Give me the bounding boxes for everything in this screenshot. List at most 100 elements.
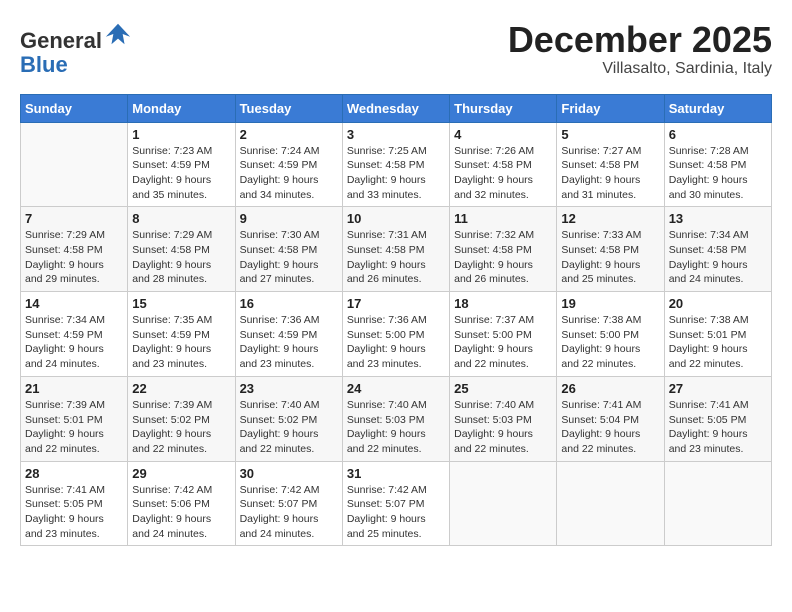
day-info: Sunrise: 7:42 AM Sunset: 5:06 PM Dayligh… bbox=[132, 483, 230, 542]
calendar-week-3: 14 Sunrise: 7:34 AM Sunset: 4:59 PM Dayli… bbox=[21, 292, 772, 377]
month-title: December 2025 bbox=[508, 20, 772, 60]
calendar-cell: 21 Sunrise: 7:39 AM Sunset: 5:01 PM Dayli… bbox=[21, 376, 128, 461]
weekday-header-tuesday: Tuesday bbox=[235, 94, 342, 122]
day-number: 10 bbox=[347, 211, 445, 226]
calendar-cell: 8 Sunrise: 7:29 AM Sunset: 4:58 PM Daylig… bbox=[128, 207, 235, 292]
day-info: Sunrise: 7:38 AM Sunset: 5:00 PM Dayligh… bbox=[561, 313, 659, 372]
logo-general: General bbox=[20, 28, 102, 53]
day-info: Sunrise: 7:32 AM Sunset: 4:58 PM Dayligh… bbox=[454, 228, 552, 287]
day-number: 7 bbox=[25, 211, 123, 226]
day-number: 1 bbox=[132, 127, 230, 142]
calendar-cell: 24Sunrise: 7:40 AM Sunset: 5:03 PM Dayli… bbox=[342, 376, 449, 461]
day-info: Sunrise: 7:29 AM Sunset: 4:58 PM Dayligh… bbox=[132, 228, 230, 287]
weekday-header-thursday: Thursday bbox=[450, 94, 557, 122]
calendar-cell: 6 Sunrise: 7:28 AM Sunset: 4:58 PM Daylig… bbox=[664, 122, 771, 207]
calendar-cell bbox=[664, 461, 771, 546]
day-number: 26 bbox=[561, 381, 659, 396]
page-header: General Blue December 2025 Villasalto, S… bbox=[20, 20, 772, 78]
day-number: 13 bbox=[669, 211, 767, 226]
day-number: 22 bbox=[132, 381, 230, 396]
day-info: Sunrise: 7:26 AM Sunset: 4:58 PM Dayligh… bbox=[454, 144, 552, 203]
day-info: Sunrise: 7:41 AM Sunset: 5:04 PM Dayligh… bbox=[561, 398, 659, 457]
calendar-cell: 13 Sunrise: 7:34 AM Sunset: 4:58 PM Dayli… bbox=[664, 207, 771, 292]
day-info: Sunrise: 7:40 AM Sunset: 5:02 PM Dayligh… bbox=[240, 398, 338, 457]
calendar-cell: 22 Sunrise: 7:39 AM Sunset: 5:02 PM Dayli… bbox=[128, 376, 235, 461]
day-info: Sunrise: 7:42 AM Sunset: 5:07 PM Dayligh… bbox=[240, 483, 338, 542]
calendar-cell: 26 Sunrise: 7:41 AM Sunset: 5:04 PM Dayli… bbox=[557, 376, 664, 461]
day-info: Sunrise: 7:33 AM Sunset: 4:58 PM Dayligh… bbox=[561, 228, 659, 287]
calendar-cell: 10 Sunrise: 7:31 AM Sunset: 4:58 PM Dayli… bbox=[342, 207, 449, 292]
calendar-cell: 30 Sunrise: 7:42 AM Sunset: 5:07 PM Dayli… bbox=[235, 461, 342, 546]
day-number: 12 bbox=[561, 211, 659, 226]
calendar-cell: 3Sunrise: 7:25 AM Sunset: 4:58 PM Daylig… bbox=[342, 122, 449, 207]
weekday-header-wednesday: Wednesday bbox=[342, 94, 449, 122]
calendar-cell: 20Sunrise: 7:38 AM Sunset: 5:01 PM Dayli… bbox=[664, 292, 771, 377]
calendar-week-4: 21 Sunrise: 7:39 AM Sunset: 5:01 PM Dayli… bbox=[21, 376, 772, 461]
weekday-header-sunday: Sunday bbox=[21, 94, 128, 122]
logo-bird-icon bbox=[104, 20, 132, 48]
day-number: 6 bbox=[669, 127, 767, 142]
day-number: 14 bbox=[25, 296, 123, 311]
day-number: 9 bbox=[240, 211, 338, 226]
calendar-week-5: 28 Sunrise: 7:41 AM Sunset: 5:05 PM Dayli… bbox=[21, 461, 772, 546]
day-number: 5 bbox=[561, 127, 659, 142]
calendar-cell: 16 Sunrise: 7:36 AM Sunset: 4:59 PM Dayli… bbox=[235, 292, 342, 377]
calendar-cell: 27 Sunrise: 7:41 AM Sunset: 5:05 PM Dayli… bbox=[664, 376, 771, 461]
day-info: Sunrise: 7:38 AM Sunset: 5:01 PM Dayligh… bbox=[669, 313, 767, 372]
weekday-header-monday: Monday bbox=[128, 94, 235, 122]
day-info: Sunrise: 7:35 AM Sunset: 4:59 PM Dayligh… bbox=[132, 313, 230, 372]
day-number: 29 bbox=[132, 466, 230, 481]
day-number: 21 bbox=[25, 381, 123, 396]
day-info: Sunrise: 7:34 AM Sunset: 4:59 PM Dayligh… bbox=[25, 313, 123, 372]
calendar-table: SundayMondayTuesdayWednesdayThursdayFrid… bbox=[20, 94, 772, 547]
logo-blue: Blue bbox=[20, 52, 68, 77]
day-number: 28 bbox=[25, 466, 123, 481]
day-info: Sunrise: 7:39 AM Sunset: 5:02 PM Dayligh… bbox=[132, 398, 230, 457]
day-number: 16 bbox=[240, 296, 338, 311]
calendar-cell: 2Sunrise: 7:24 AM Sunset: 4:59 PM Daylig… bbox=[235, 122, 342, 207]
day-info: Sunrise: 7:34 AM Sunset: 4:58 PM Dayligh… bbox=[669, 228, 767, 287]
day-number: 8 bbox=[132, 211, 230, 226]
day-number: 4 bbox=[454, 127, 552, 142]
day-number: 11 bbox=[454, 211, 552, 226]
day-number: 19 bbox=[561, 296, 659, 311]
day-number: 25 bbox=[454, 381, 552, 396]
day-info: Sunrise: 7:39 AM Sunset: 5:01 PM Dayligh… bbox=[25, 398, 123, 457]
weekday-header-saturday: Saturday bbox=[664, 94, 771, 122]
calendar-cell: 9 Sunrise: 7:30 AM Sunset: 4:58 PM Daylig… bbox=[235, 207, 342, 292]
day-info: Sunrise: 7:25 AM Sunset: 4:58 PM Dayligh… bbox=[347, 144, 445, 203]
day-info: Sunrise: 7:23 AM Sunset: 4:59 PM Dayligh… bbox=[132, 144, 230, 203]
day-number: 17 bbox=[347, 296, 445, 311]
weekday-header-row: SundayMondayTuesdayWednesdayThursdayFrid… bbox=[21, 94, 772, 122]
calendar-cell: 1 Sunrise: 7:23 AM Sunset: 4:59 PM Daylig… bbox=[128, 122, 235, 207]
calendar-cell: 19 Sunrise: 7:38 AM Sunset: 5:00 PM Dayli… bbox=[557, 292, 664, 377]
calendar-cell: 17 Sunrise: 7:36 AM Sunset: 5:00 PM Dayli… bbox=[342, 292, 449, 377]
day-info: Sunrise: 7:27 AM Sunset: 4:58 PM Dayligh… bbox=[561, 144, 659, 203]
calendar-cell: 23Sunrise: 7:40 AM Sunset: 5:02 PM Dayli… bbox=[235, 376, 342, 461]
day-info: Sunrise: 7:28 AM Sunset: 4:58 PM Dayligh… bbox=[669, 144, 767, 203]
day-info: Sunrise: 7:31 AM Sunset: 4:58 PM Dayligh… bbox=[347, 228, 445, 287]
day-number: 27 bbox=[669, 381, 767, 396]
calendar-cell: 18Sunrise: 7:37 AM Sunset: 5:00 PM Dayli… bbox=[450, 292, 557, 377]
day-info: Sunrise: 7:40 AM Sunset: 5:03 PM Dayligh… bbox=[454, 398, 552, 457]
calendar-cell: 29 Sunrise: 7:42 AM Sunset: 5:06 PM Dayli… bbox=[128, 461, 235, 546]
calendar-cell: 28 Sunrise: 7:41 AM Sunset: 5:05 PM Dayli… bbox=[21, 461, 128, 546]
day-number: 30 bbox=[240, 466, 338, 481]
day-info: Sunrise: 7:41 AM Sunset: 5:05 PM Dayligh… bbox=[669, 398, 767, 457]
day-info: Sunrise: 7:30 AM Sunset: 4:58 PM Dayligh… bbox=[240, 228, 338, 287]
day-info: Sunrise: 7:41 AM Sunset: 5:05 PM Dayligh… bbox=[25, 483, 123, 542]
day-number: 31 bbox=[347, 466, 445, 481]
calendar-cell bbox=[557, 461, 664, 546]
calendar-cell bbox=[450, 461, 557, 546]
calendar-cell: 15Sunrise: 7:35 AM Sunset: 4:59 PM Dayli… bbox=[128, 292, 235, 377]
day-info: Sunrise: 7:36 AM Sunset: 5:00 PM Dayligh… bbox=[347, 313, 445, 372]
calendar-week-1: 1 Sunrise: 7:23 AM Sunset: 4:59 PM Daylig… bbox=[21, 122, 772, 207]
calendar-cell: 11 Sunrise: 7:32 AM Sunset: 4:58 PM Dayli… bbox=[450, 207, 557, 292]
calendar-cell bbox=[21, 122, 128, 207]
calendar-cell: 7 Sunrise: 7:29 AM Sunset: 4:58 PM Daylig… bbox=[21, 207, 128, 292]
calendar-body: 1 Sunrise: 7:23 AM Sunset: 4:59 PM Daylig… bbox=[21, 122, 772, 546]
day-info: Sunrise: 7:42 AM Sunset: 5:07 PM Dayligh… bbox=[347, 483, 445, 542]
day-info: Sunrise: 7:29 AM Sunset: 4:58 PM Dayligh… bbox=[25, 228, 123, 287]
day-info: Sunrise: 7:36 AM Sunset: 4:59 PM Dayligh… bbox=[240, 313, 338, 372]
logo: General Blue bbox=[20, 20, 132, 77]
